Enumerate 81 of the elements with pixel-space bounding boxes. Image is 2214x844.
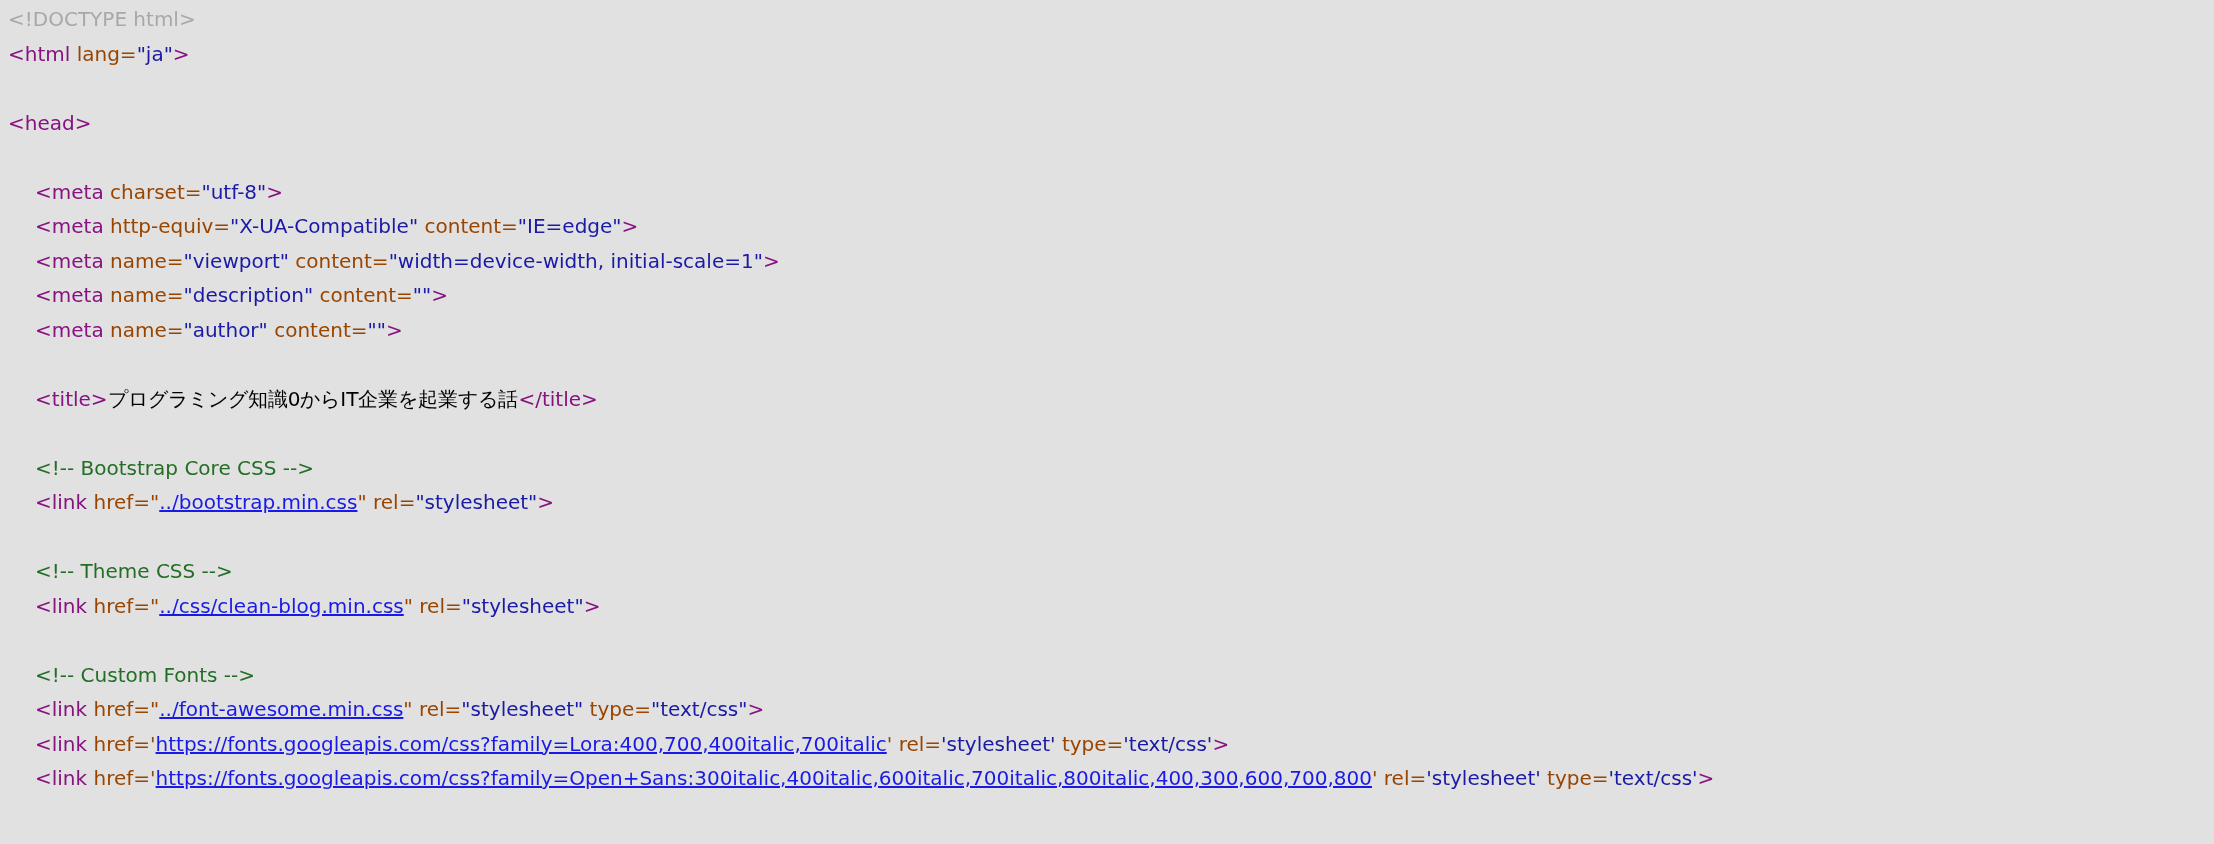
tag-markup: </title> <box>518 386 598 411</box>
attribute-value: "stylesheet" <box>461 593 584 618</box>
attribute-name: name= <box>110 317 184 342</box>
source-link[interactable]: ../css/clean-blog.min.css <box>159 593 404 618</box>
attribute-name: content= <box>295 248 389 273</box>
attribute-value: "stylesheet" <box>461 697 585 721</box>
attribute-value: "width=device-width, initial-scale=1" <box>388 248 763 273</box>
tag-markup: <link <box>35 490 89 514</box>
tag-markup: <meta <box>35 214 105 238</box>
attribute-name: " <box>357 490 368 514</box>
code-comment: <!-- Custom Fonts --> <box>35 662 256 687</box>
attribute-name: href=" <box>93 697 160 721</box>
attribute-name: rel= <box>418 697 462 721</box>
attribute-value: "text/css" <box>651 697 748 721</box>
attribute-name: name= <box>110 248 184 273</box>
attribute-name: href=" <box>93 593 160 618</box>
attribute-name: " <box>403 593 414 618</box>
attribute-name: http-equiv= <box>110 214 231 238</box>
attribute-name: type= <box>589 697 652 721</box>
tag-markup: <link <box>35 731 89 756</box>
tag-markup: > <box>762 248 780 273</box>
attribute-name: rel= <box>419 593 462 618</box>
source-link[interactable]: ../font-awesome.min.css <box>159 697 404 721</box>
attribute-name: lang= <box>76 41 137 66</box>
attribute-name: rel= <box>1383 766 1427 790</box>
source-link[interactable]: https://fonts.googleapis.com/css?family=Lora:400,700,400italic,700italic <box>155 731 887 756</box>
tag-markup: > <box>431 283 448 307</box>
attribute-name: href=' <box>93 766 156 790</box>
attribute-name: type= <box>1061 731 1124 756</box>
attribute-value: 'stylesheet' <box>941 731 1057 756</box>
attribute-name: content= <box>274 317 368 342</box>
attribute-name: rel= <box>898 731 942 756</box>
tag-markup: > <box>385 317 403 342</box>
attribute-value: "utf-8" <box>201 179 267 204</box>
attribute-name: content= <box>319 283 413 307</box>
attribute-name: type= <box>1547 766 1609 790</box>
tag-markup: > <box>266 179 284 204</box>
attribute-name: href=' <box>93 731 156 756</box>
attribute-name: ' <box>1371 766 1379 790</box>
attribute-name: rel= <box>373 490 416 514</box>
attribute-value: "IE=edge" <box>517 214 622 238</box>
attribute-value: "X-UA-Compatible" <box>230 214 420 238</box>
tag-markup: > <box>1212 731 1230 756</box>
tag-markup: <link <box>35 766 89 790</box>
tag-markup: > <box>621 214 639 238</box>
attribute-name: content= <box>424 214 518 238</box>
attribute-name: charset= <box>110 179 202 204</box>
tag-markup: > <box>583 593 601 618</box>
tag-markup: <meta <box>35 248 105 273</box>
tag-markup: <head> <box>8 110 92 135</box>
source-link[interactable]: https://fonts.googleapis.com/css?family=Open+Sans:300italic,400italic,600italic,700italic,800italic,400,300,600,700,800 <box>155 766 1372 790</box>
tag-markup: <html <box>8 41 72 66</box>
attribute-value: "author" <box>183 317 269 342</box>
tag-markup: <title> <box>35 386 108 411</box>
attribute-value: "viewport" <box>183 248 290 273</box>
attribute-value: "description" <box>183 283 315 307</box>
code-comment: <!-- Theme CSS --> <box>35 559 233 583</box>
attribute-value: "" <box>412 283 432 307</box>
tag-markup: <link <box>35 593 89 618</box>
doctype-declaration: <!DOCTYPE html> <box>8 7 196 31</box>
tag-markup: <meta <box>35 317 105 342</box>
tag-markup: <meta <box>35 283 105 307</box>
attribute-value: 'stylesheet' <box>1426 766 1542 790</box>
attribute-value: 'text/css' <box>1608 766 1698 790</box>
tag-markup: > <box>537 490 555 514</box>
tag-markup: > <box>1697 766 1715 790</box>
attribute-name: href=" <box>93 490 160 514</box>
code-comment: <!-- Bootstrap Core CSS --> <box>35 455 314 480</box>
source-link[interactable]: ../bootstrap.min.css <box>159 490 358 514</box>
tag-markup: > <box>172 41 190 66</box>
attribute-name: name= <box>110 283 184 307</box>
tag-markup: > <box>747 697 765 721</box>
attribute-name: " <box>403 697 414 721</box>
tag-markup: <link <box>35 697 89 721</box>
attribute-name: ' <box>886 731 894 756</box>
tag-markup: <meta <box>35 179 105 204</box>
attribute-value: 'text/css' <box>1123 731 1213 756</box>
attribute-value: "ja" <box>136 41 173 66</box>
title-text: プログラミング知識0からIT企業を起業する話 <box>107 386 519 411</box>
attribute-value: "" <box>367 317 386 342</box>
attribute-value: "stylesheet" <box>415 490 538 514</box>
